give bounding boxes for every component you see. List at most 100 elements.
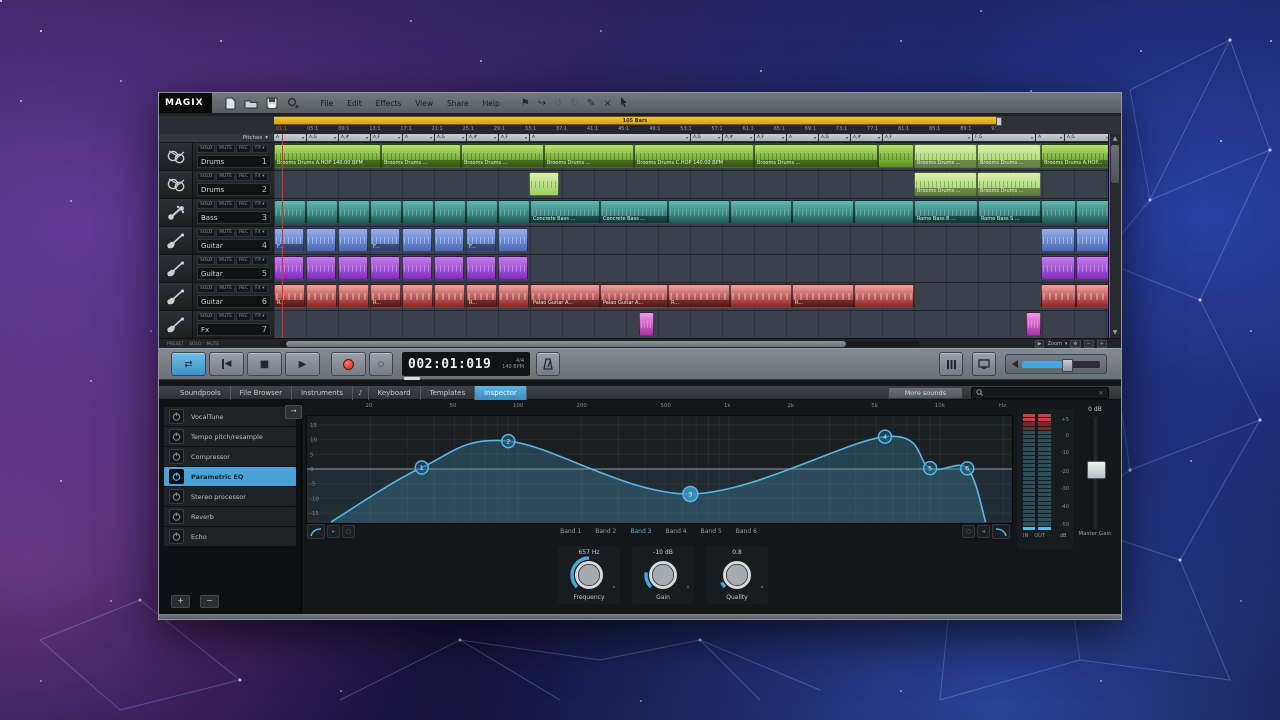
track-header-fx-7[interactable]: SOLOMUTERECFX ▾Fx7	[159, 311, 274, 339]
pitch-marker[interactable]: A,G▾	[691, 134, 722, 141]
audio-clip[interactable]	[402, 284, 433, 308]
audio-clip[interactable]: Brooms Drums A.HOP...	[1041, 144, 1111, 168]
audio-clip[interactable]	[498, 200, 530, 224]
audio-clip[interactable]	[306, 284, 337, 308]
rec-button[interactable]: REC	[236, 173, 251, 181]
audio-clip[interactable]	[668, 200, 730, 224]
skip-to-start-button[interactable]: ◀	[209, 352, 244, 376]
horizontal-scroll-thumb[interactable]	[286, 341, 846, 347]
tips-book-icon[interactable]: ⚑	[521, 98, 530, 109]
track-header-guitar-6[interactable]: SOLOMUTERECFX ▾Guitar6	[159, 283, 274, 311]
scroll-up-icon[interactable]: ▲	[1109, 134, 1121, 144]
audio-clip[interactable]: Brooms Drums ...	[461, 144, 544, 168]
audio-clip[interactable]	[274, 200, 306, 224]
track-header-guitar-4[interactable]: SOLOMUTERECFX ▾Guitar4	[159, 227, 274, 255]
solo-button[interactable]: SOLO	[197, 257, 215, 265]
effect-item-echo[interactable]: Echo	[164, 527, 296, 546]
audio-clip[interactable]	[338, 228, 368, 252]
audio-clip[interactable]	[434, 200, 466, 224]
record-options-button[interactable]: ○	[369, 352, 393, 376]
tab-instruments[interactable]: Instruments	[292, 386, 353, 400]
lp-bypass-icon[interactable]: ○	[962, 525, 975, 538]
lp-slope-icon[interactable]: ◂	[977, 525, 990, 538]
track-name[interactable]: Fx	[201, 326, 209, 334]
pitch-marker[interactable]: A▾	[787, 134, 818, 141]
audio-clip[interactable]	[730, 200, 792, 224]
audio-clip[interactable]	[498, 228, 528, 252]
track-name[interactable]: Bass	[201, 214, 217, 222]
volume-handle[interactable]	[1062, 359, 1073, 372]
pitches-header[interactable]: Pitches ▾	[159, 134, 274, 143]
audio-clip[interactable]: Concrete Bass ...	[530, 200, 600, 224]
audio-clip[interactable]	[1041, 256, 1075, 280]
eq-node-2[interactable]: 2	[502, 435, 515, 448]
pitch-marker[interactable]: F,G▾	[973, 134, 1035, 141]
master-gain-handle[interactable]	[1087, 461, 1106, 479]
more-sounds-button[interactable]: More sounds	[888, 387, 963, 399]
vertical-scroll-thumb[interactable]	[1111, 145, 1119, 183]
band-tab-band-5[interactable]: Band 5	[701, 528, 722, 535]
master-solo-label[interactable]: SOLO	[189, 342, 201, 347]
mute-button[interactable]: MUTE	[216, 257, 235, 265]
pitch-marker[interactable]: A,G▾	[819, 134, 850, 141]
audio-clip[interactable]	[306, 256, 336, 280]
pitch-marker[interactable]: A▾	[530, 134, 690, 141]
audio-clip[interactable]: Concrete Bass ...	[600, 200, 668, 224]
delete-icon[interactable]: ×	[603, 98, 611, 109]
audio-clip[interactable]: Brooms Drums ...	[544, 144, 634, 168]
audio-clip[interactable]	[402, 256, 432, 280]
solo-button[interactable]: SOLO	[197, 285, 215, 293]
redo-circle-icon[interactable]: ↻	[571, 98, 579, 109]
play-button[interactable]: ▶	[285, 352, 320, 376]
mute-button[interactable]: MUTE	[216, 201, 235, 209]
eq-node-6[interactable]: 6	[961, 462, 974, 475]
collapse-panel-button[interactable]: →	[285, 405, 302, 419]
audio-clip[interactable]: R...	[668, 284, 730, 308]
metronome-button[interactable]	[536, 352, 560, 376]
audio-clip[interactable]	[434, 256, 464, 280]
pitch-marker[interactable]: A▾	[403, 134, 434, 141]
pen-icon[interactable]: ✎	[587, 98, 595, 109]
eq-node-4[interactable]: 4	[879, 430, 892, 443]
open-project-icon[interactable]	[244, 97, 259, 110]
audio-clip[interactable]	[306, 200, 338, 224]
rec-button[interactable]: REC	[236, 313, 251, 321]
mute-button[interactable]: MUTE	[216, 145, 235, 153]
master-preset-label[interactable]: PRESET	[167, 342, 184, 347]
track-name[interactable]: Guitar	[201, 242, 223, 250]
audio-clip[interactable]: Brooms Drums C.HOP 140.00 BPM	[634, 144, 754, 168]
track-lane-2[interactable]: Brooms Drums ...Brooms Drums ...	[274, 171, 1111, 199]
track-lanes[interactable]: A▾A,G▾A,#▾A,F▾A▾A,G▾A,#▾A,F▾A▾A,G▾A,#▾A,…	[274, 134, 1111, 338]
track-lane-4[interactable]: F...F...F...	[274, 227, 1111, 255]
audio-clip[interactable]	[1076, 200, 1111, 224]
master-gain-slider[interactable]	[1091, 417, 1100, 529]
audio-clip[interactable]	[274, 256, 304, 280]
power-icon[interactable]	[169, 469, 184, 484]
hp-slope-icon[interactable]: ▸	[327, 525, 340, 538]
time-display[interactable]: 002:01:019 4/4 140 BPM	[402, 352, 530, 376]
eq-node-3[interactable]: 3	[683, 486, 698, 501]
audio-clip[interactable]: R...	[370, 284, 401, 308]
mute-button[interactable]: MUTE	[216, 229, 235, 237]
pitch-marker[interactable]: A▾	[274, 134, 306, 141]
search-field[interactable]: ×	[971, 387, 1109, 399]
track-name[interactable]: Guitar	[201, 270, 223, 278]
eq-node-5[interactable]: 5	[924, 462, 937, 475]
audio-clip[interactable]	[434, 284, 465, 308]
bar-range-ruler[interactable]: 105 Bars	[274, 116, 996, 125]
tab-soundpools[interactable]: Soundpools	[171, 386, 231, 400]
rec-button[interactable]: REC	[236, 285, 251, 293]
audio-clip[interactable]: R...	[792, 284, 854, 308]
highpass-filter-icon[interactable]	[307, 524, 325, 539]
solo-button[interactable]: SOLO	[197, 229, 215, 237]
remove-effect-button[interactable]: −	[200, 595, 219, 608]
undo-arrow-icon[interactable]: ↪	[538, 98, 546, 109]
audio-clip[interactable]	[338, 200, 370, 224]
undo-circle-icon[interactable]: ↺	[554, 98, 562, 109]
effect-item-tempo-pitch-resample[interactable]: Tempo pitch/resample	[164, 427, 296, 446]
export-icon[interactable]	[286, 97, 301, 110]
effect-item-compressor[interactable]: Compressor	[164, 447, 296, 466]
tab-inspector[interactable]: Inspector	[475, 386, 527, 400]
solo-button[interactable]: SOLO	[197, 173, 215, 181]
effect-item-vocaltune[interactable]: VocalTune	[164, 407, 296, 426]
